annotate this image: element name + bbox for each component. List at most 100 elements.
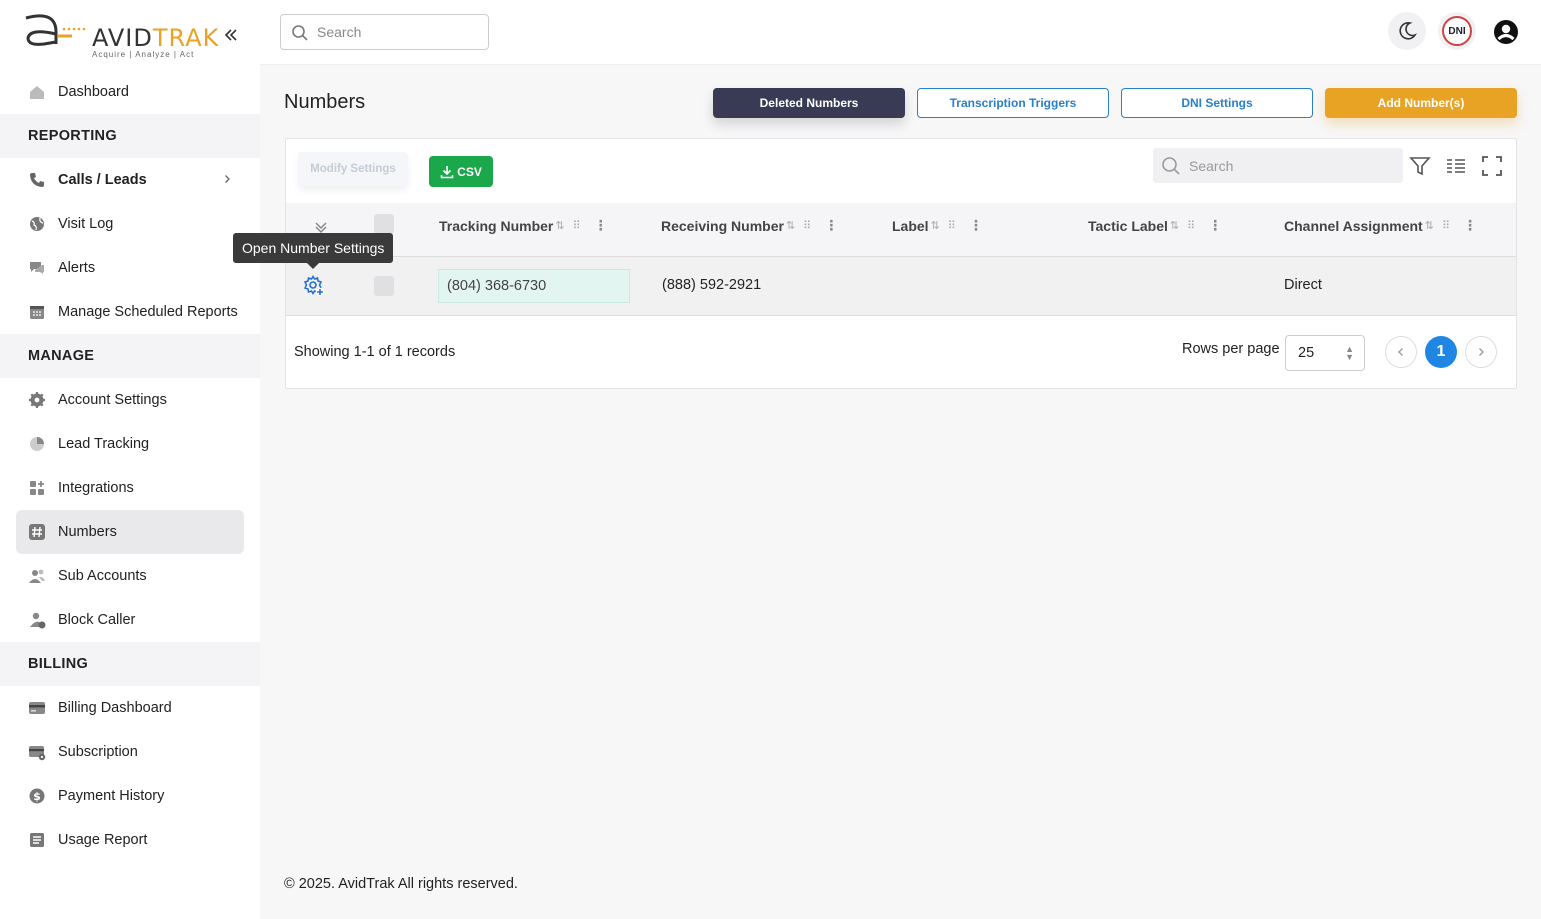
tracking-number-cell[interactable]: (804) 368-6730 bbox=[438, 269, 630, 303]
next-page-button[interactable] bbox=[1465, 336, 1497, 368]
row-checkbox[interactable] bbox=[374, 276, 394, 296]
search-icon bbox=[1162, 157, 1180, 175]
section-header-manage: MANAGE bbox=[0, 334, 260, 378]
modify-settings-button[interactable]: Modify Settings bbox=[298, 152, 408, 186]
column-menu-icon[interactable]: ⋮ bbox=[1463, 217, 1477, 234]
fullscreen-button[interactable] bbox=[1481, 155, 1503, 177]
sidebar-item-payment-history[interactable]: $ Payment History bbox=[16, 774, 244, 818]
dni-badge: DNI bbox=[1442, 16, 1472, 46]
copyright-footer: © 2025. AvidTrak All rights reserved. bbox=[284, 876, 518, 892]
dni-button[interactable]: DNI bbox=[1438, 12, 1476, 50]
filter-button[interactable] bbox=[1409, 155, 1431, 177]
column-header-channel-assignment[interactable]: Channel Assignment ⇅ ⠿ ⋮ bbox=[1284, 217, 1477, 234]
previous-page-button[interactable] bbox=[1385, 336, 1417, 368]
column-header-tactic-label[interactable]: Tactic Label ⇅ ⠿ ⋮ bbox=[1088, 217, 1222, 234]
sidebar-item-subscription[interactable]: Subscription bbox=[16, 730, 244, 774]
sort-icon[interactable]: ⇅ bbox=[1425, 219, 1434, 232]
drag-handle-icon[interactable]: ⠿ bbox=[1442, 219, 1450, 232]
column-header-label[interactable]: Label ⇅ ⠿ ⋮ bbox=[892, 217, 983, 234]
receiving-number-cell: (888) 592-2921 bbox=[662, 277, 762, 293]
chat-icon bbox=[28, 259, 46, 277]
svg-text:$: $ bbox=[33, 790, 41, 803]
sidebar-item-billing-dashboard[interactable]: Billing Dashboard bbox=[16, 686, 244, 730]
column-menu-icon[interactable]: ⋮ bbox=[969, 217, 983, 234]
sidebar-item-manage-scheduled-reports[interactable]: Manage Scheduled Reports bbox=[16, 290, 244, 334]
rows-per-page-value: 25 bbox=[1298, 345, 1315, 361]
channel-assignment-cell: Direct bbox=[1284, 277, 1322, 293]
column-menu-icon[interactable]: ⋮ bbox=[824, 217, 838, 234]
columns-button[interactable] bbox=[1445, 155, 1467, 177]
filter-icon bbox=[1409, 157, 1431, 176]
sort-icon[interactable]: ⇅ bbox=[555, 219, 564, 232]
apps-plus-icon bbox=[28, 479, 46, 497]
sidebar-item-label: Manage Scheduled Reports bbox=[58, 304, 238, 320]
column-title: Tracking Number bbox=[439, 217, 554, 234]
drag-handle-icon[interactable]: ⠿ bbox=[1187, 219, 1195, 232]
sidebar-item-lead-tracking[interactable]: Lead Tracking bbox=[16, 422, 244, 466]
rows-per-page-select[interactable]: 25 ▲ ▼ bbox=[1285, 335, 1365, 371]
drag-handle-icon[interactable]: ⠿ bbox=[573, 219, 581, 232]
add-numbers-button[interactable]: Add Number(s) bbox=[1325, 88, 1517, 118]
gear-icon bbox=[28, 391, 46, 409]
sidebar-item-label: Payment History bbox=[58, 788, 165, 804]
sidebar-item-block-caller[interactable]: Block Caller bbox=[16, 598, 244, 642]
page-1-button[interactable]: 1 bbox=[1425, 336, 1457, 368]
sidebar-item-label: Sub Accounts bbox=[58, 568, 147, 584]
csv-label: CSV bbox=[457, 164, 482, 179]
sidebar-item-label: Calls / Leads bbox=[58, 172, 147, 188]
csv-export-button[interactable]: CSV bbox=[429, 156, 493, 187]
fullscreen-icon bbox=[1482, 156, 1502, 176]
columns-icon bbox=[1447, 159, 1465, 173]
sidebar-item-calls-leads[interactable]: Calls / Leads bbox=[16, 158, 244, 202]
download-icon bbox=[440, 165, 454, 178]
transcription-triggers-button[interactable]: Transcription Triggers bbox=[917, 88, 1109, 118]
dni-settings-button[interactable]: DNI Settings bbox=[1121, 88, 1313, 118]
logo-text: AVIDTRAK bbox=[92, 24, 220, 52]
profile-button[interactable] bbox=[1493, 19, 1519, 50]
sidebar-item-label: Numbers bbox=[58, 524, 117, 540]
sidebar-item-label: Usage Report bbox=[58, 832, 148, 848]
rows-per-page-label: Rows per page bbox=[1182, 341, 1280, 357]
table-search-placeholder: Search bbox=[1189, 157, 1234, 174]
global-search-placeholder: Search bbox=[317, 24, 362, 40]
sidebar-item-numbers[interactable]: Numbers bbox=[16, 510, 244, 554]
deleted-numbers-button[interactable]: Deleted Numbers bbox=[713, 88, 905, 118]
drag-handle-icon[interactable]: ⠿ bbox=[803, 219, 811, 232]
account-circle-icon bbox=[1494, 20, 1518, 44]
column-header-tracking-number[interactable]: Tracking Number ⇅ ⠿ ⋮ bbox=[439, 217, 608, 234]
avidtrak-logo[interactable]: AVIDTRAK Acquire | Analyze | Act bbox=[20, 12, 240, 64]
table-row[interactable]: (804) 368-6730 (888) 592-2921 Direct bbox=[286, 257, 1516, 316]
column-title: Tactic Label bbox=[1088, 217, 1168, 234]
column-menu-icon[interactable]: ⋮ bbox=[1208, 217, 1222, 234]
section-header-reporting: REPORTING bbox=[0, 114, 260, 158]
sidebar-item-usage-report[interactable]: Usage Report bbox=[16, 818, 244, 862]
sidebar-item-sub-accounts[interactable]: Sub Accounts bbox=[16, 554, 244, 598]
column-header-receiving-number[interactable]: Receiving Number ⇅ ⠿ ⋮ bbox=[661, 217, 838, 234]
sidebar-item-visit-log[interactable]: Visit Log bbox=[16, 202, 244, 246]
topbar: Search DNI bbox=[260, 0, 1541, 65]
globe-icon bbox=[28, 215, 46, 233]
select-arrows-icon: ▲ ▼ bbox=[1345, 344, 1354, 362]
double-chevron-left-icon bbox=[224, 29, 237, 41]
global-search-input[interactable]: Search bbox=[280, 14, 489, 50]
column-title: Label bbox=[892, 217, 929, 234]
sort-icon[interactable]: ⇅ bbox=[931, 219, 940, 232]
page-title: Numbers bbox=[284, 91, 366, 113]
sidebar-item-label: Billing Dashboard bbox=[58, 700, 172, 716]
sidebar-item-label: Dashboard bbox=[58, 84, 129, 100]
sidebar-item-dashboard[interactable]: Dashboard bbox=[16, 70, 244, 114]
drag-handle-icon[interactable]: ⠿ bbox=[948, 219, 956, 232]
pie-chart-icon bbox=[28, 435, 46, 453]
sort-icon[interactable]: ⇅ bbox=[1170, 219, 1179, 232]
column-menu-icon[interactable]: ⋮ bbox=[594, 217, 608, 234]
sidebar-item-integrations[interactable]: Integrations bbox=[16, 466, 244, 510]
open-number-settings-button[interactable] bbox=[303, 275, 325, 302]
theme-toggle-button[interactable] bbox=[1388, 12, 1426, 50]
sort-icon[interactable]: ⇅ bbox=[786, 219, 795, 232]
table-search-input[interactable]: Search bbox=[1153, 148, 1403, 183]
sidebar-item-label: Visit Log bbox=[58, 216, 114, 232]
sidebar-item-account-settings[interactable]: Account Settings bbox=[16, 378, 244, 422]
sidebar-item-alerts[interactable]: Alerts bbox=[16, 246, 244, 290]
select-all-checkbox[interactable] bbox=[374, 214, 394, 234]
collapse-sidebar-button[interactable] bbox=[224, 26, 238, 47]
